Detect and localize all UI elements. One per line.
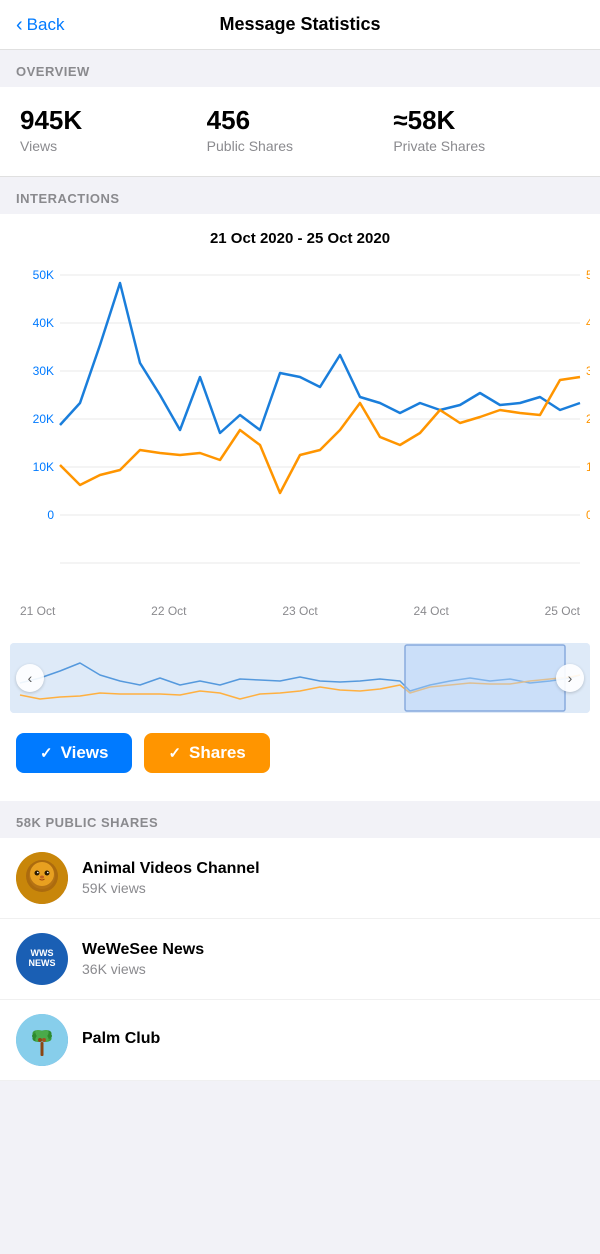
stat-private-shares-value: ≈58K xyxy=(393,105,580,136)
x-label-21oct: 21 Oct xyxy=(20,604,55,618)
share-info: Animal Videos Channel 59K views xyxy=(82,860,584,896)
interactions-card: 21 Oct 2020 - 25 Oct 2020 50K 40K 30K 20… xyxy=(0,214,600,801)
mini-nav-left-button[interactable]: ‹ xyxy=(16,664,44,692)
toggle-views-button[interactable]: ✓ Views xyxy=(16,733,132,773)
overview-section-label: OVERVIEW xyxy=(0,50,600,87)
shares-section: 58K PUBLIC SHARES xyxy=(0,801,600,1081)
svg-text:20K: 20K xyxy=(33,412,54,426)
main-chart: 50K 40K 30K 20K 10K 0 5K 4K 3K 2K 1K 0 2… xyxy=(0,255,600,635)
svg-text:10K: 10K xyxy=(33,460,54,474)
chart-title: 21 Oct 2020 - 25 Oct 2020 xyxy=(0,214,600,255)
avatar xyxy=(16,852,68,904)
mini-nav-right-button[interactable]: › xyxy=(556,664,584,692)
news-avatar-icon: WWSNEWS xyxy=(29,949,56,969)
share-views: 36K views xyxy=(82,961,584,977)
svg-text:40K: 40K xyxy=(33,316,54,330)
x-labels: 21 Oct 22 Oct 23 Oct 24 Oct 25 Oct xyxy=(10,600,590,618)
svg-text:30K: 30K xyxy=(33,364,54,378)
svg-text:0: 0 xyxy=(47,508,54,522)
header: ‹ Back Message Statistics xyxy=(0,0,600,50)
palm-avatar-icon xyxy=(16,1014,68,1066)
avatar xyxy=(16,1014,68,1066)
stat-public-shares-value: 456 xyxy=(207,105,394,136)
stat-public-shares: 456 Public Shares xyxy=(207,105,394,154)
avatar: WWSNEWS xyxy=(16,933,68,985)
stat-private-shares-label: Private Shares xyxy=(393,138,580,154)
interactions-section-label: INTERACTIONS xyxy=(0,177,600,214)
svg-text:2K: 2K xyxy=(586,412,590,426)
toggle-shares-button[interactable]: ✓ Shares xyxy=(144,733,269,773)
list-item[interactable]: WWSNEWS WeWeSee News 36K views xyxy=(0,919,600,1000)
list-item[interactable]: Palm Club xyxy=(0,1000,600,1081)
back-chevron-icon: ‹ xyxy=(16,15,23,35)
toggle-buttons: ✓ Views ✓ Shares xyxy=(0,721,600,789)
mini-chart: ‹ › xyxy=(10,643,590,713)
svg-text:0: 0 xyxy=(586,508,590,522)
stat-views-label: Views xyxy=(20,138,207,154)
share-info: WeWeSee News 36K views xyxy=(82,941,584,977)
share-views: 59K views xyxy=(82,880,584,896)
shares-section-label: 58K PUBLIC SHARES xyxy=(0,801,600,838)
stat-views-value: 945K xyxy=(20,105,207,136)
overview-card: 945K Views 456 Public Shares ≈58K Privat… xyxy=(0,87,600,177)
shares-list: Animal Videos Channel 59K views WWSNEWS … xyxy=(0,838,600,1081)
x-label-23oct: 23 Oct xyxy=(282,604,317,618)
back-label: Back xyxy=(27,15,65,35)
stat-views: 945K Views xyxy=(20,105,207,154)
svg-text:3K: 3K xyxy=(586,364,590,378)
x-label-22oct: 22 Oct xyxy=(151,604,186,618)
svg-text:50K: 50K xyxy=(33,268,54,282)
share-name: Animal Videos Channel xyxy=(82,860,584,878)
svg-text:1K: 1K xyxy=(586,460,590,474)
stat-private-shares: ≈58K Private Shares xyxy=(393,105,580,154)
back-button[interactable]: ‹ Back xyxy=(16,15,64,35)
page-title: Message Statistics xyxy=(219,14,380,35)
x-label-25oct: 25 Oct xyxy=(545,604,580,618)
toggle-views-label: Views xyxy=(61,743,109,763)
share-info: Palm Club xyxy=(82,1030,584,1050)
share-name: Palm Club xyxy=(82,1030,584,1048)
toggle-shares-label: Shares xyxy=(189,743,246,763)
list-item[interactable]: Animal Videos Channel 59K views xyxy=(0,838,600,919)
mini-chart-svg xyxy=(10,643,590,713)
svg-text:4K: 4K xyxy=(586,316,590,330)
x-label-24oct: 24 Oct xyxy=(413,604,448,618)
animal-avatar-icon xyxy=(16,852,68,904)
chart-svg: 50K 40K 30K 20K 10K 0 5K 4K 3K 2K 1K 0 xyxy=(10,255,590,595)
stat-public-shares-label: Public Shares xyxy=(207,138,394,154)
share-name: WeWeSee News xyxy=(82,941,584,959)
svg-text:5K: 5K xyxy=(586,268,590,282)
views-check-icon: ✓ xyxy=(40,744,53,762)
shares-check-icon: ✓ xyxy=(168,744,181,762)
